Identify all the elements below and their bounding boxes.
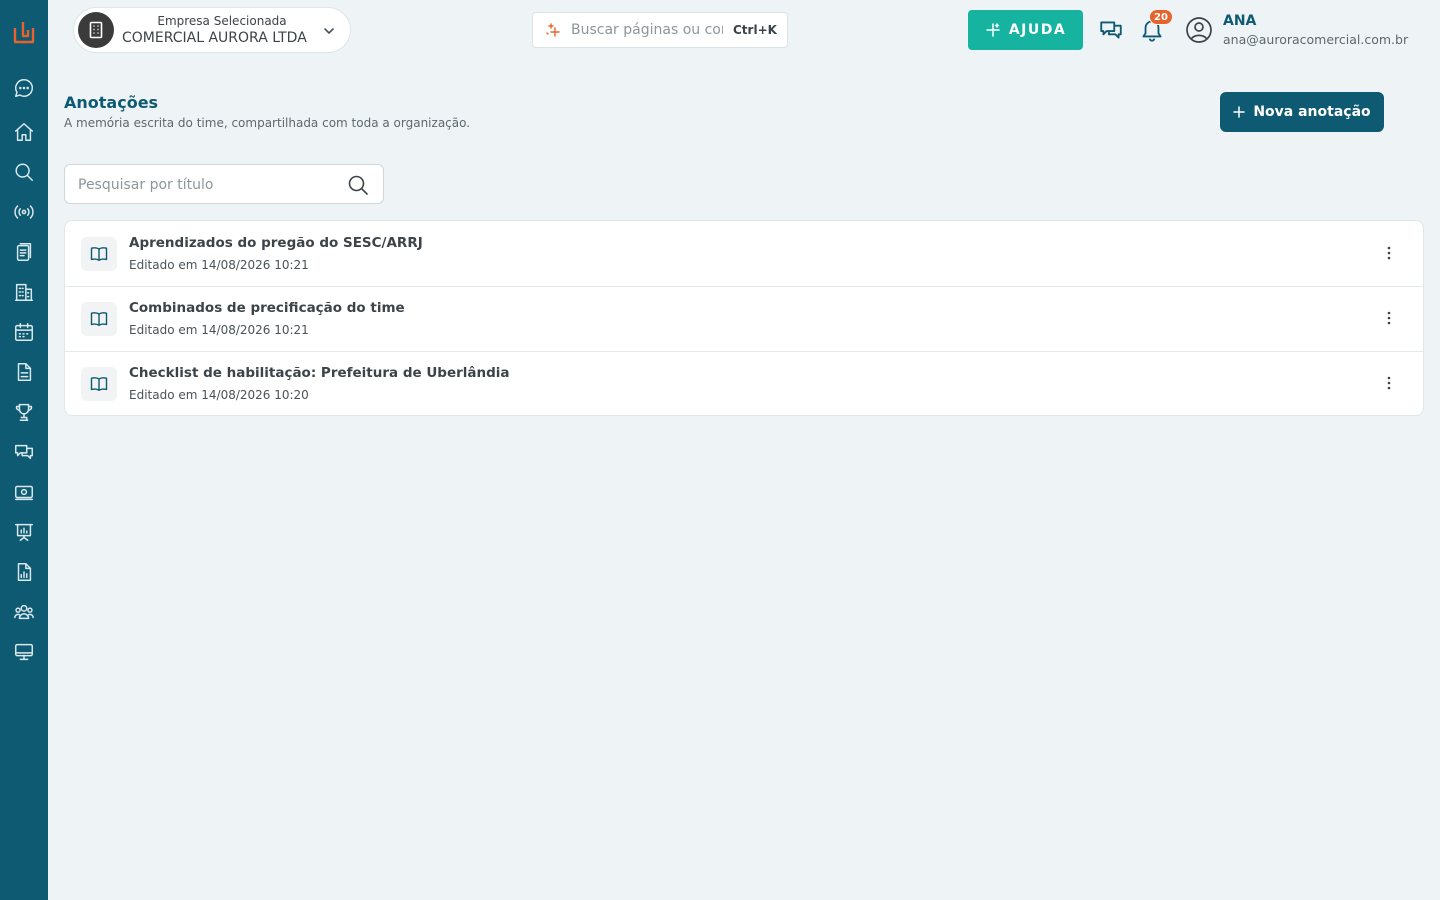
new-note-label: Nova anotação	[1253, 104, 1371, 120]
notification-badge: 20	[1149, 9, 1173, 25]
user-name[interactable]: ANA	[1223, 13, 1256, 29]
chevron-down-icon	[324, 28, 334, 35]
search-shortcut: Ctrl+K	[733, 23, 777, 37]
note-title: Checklist de habilitação: Prefeitura de …	[129, 365, 510, 381]
document-icon	[17, 363, 32, 381]
monitor-icon	[15, 643, 33, 661]
trophy-icon	[15, 403, 33, 421]
notes-list: Aprendizados do pregão do SESC/ARRJ Edit…	[64, 220, 1424, 416]
user-email: ana@auroracomercial.com.br	[1223, 32, 1409, 47]
global-search-placeholder: Buscar páginas ou conteúdos	[571, 22, 723, 38]
sidebar	[0, 0, 48, 900]
sidebar-item-trophy[interactable]	[10, 398, 38, 426]
calendar-icon	[15, 323, 33, 341]
report-icon	[17, 563, 32, 581]
help-button[interactable]: AJUDA	[968, 10, 1083, 50]
search-icon[interactable]	[347, 174, 369, 196]
note-row[interactable]: Aprendizados do pregão do SESC/ARRJ Edit…	[65, 221, 1423, 286]
chat-bubble-icon	[15, 79, 33, 97]
team-icon	[14, 604, 34, 620]
search-icon	[15, 163, 33, 181]
title-search	[64, 164, 384, 204]
sidebar-item-building[interactable]	[10, 278, 38, 306]
building-avatar-icon	[78, 12, 114, 48]
sidebar-item-broadcast[interactable]	[10, 198, 38, 226]
messages-icon[interactable]	[1098, 17, 1124, 43]
sidebar-item-report[interactable]	[10, 558, 38, 586]
sidebar-item-calendar[interactable]	[10, 318, 38, 346]
sparkle-icon	[546, 23, 560, 37]
title-search-input[interactable]	[78, 174, 338, 196]
book-icon	[81, 237, 117, 271]
company-selector[interactable]: Empresa Selecionada COMERCIAL AURORA LTD…	[73, 7, 351, 53]
book-icon	[81, 302, 117, 336]
global-search[interactable]: Buscar páginas ou conteúdos Ctrl+K	[532, 12, 788, 48]
plus-icon	[1233, 106, 1246, 118]
money-icon	[15, 485, 33, 501]
page-subtitle: A memória escrita do time, compartilhada…	[64, 116, 471, 130]
note-edited: Editado em 14/08/2026 10:20	[129, 388, 309, 402]
note-title: Combinados de precificação do time	[129, 300, 405, 316]
note-edited: Editado em 14/08/2026 10:21	[129, 323, 309, 337]
sidebar-item-clipboard[interactable]	[10, 238, 38, 266]
broadcast-icon	[14, 205, 34, 219]
note-row[interactable]: Checklist de habilitação: Prefeitura de …	[65, 351, 1423, 415]
clipboard-icon	[16, 243, 32, 261]
note-row[interactable]: Combinados de precificação do time Edita…	[65, 286, 1423, 351]
note-title: Aprendizados do pregão do SESC/ARRJ	[129, 235, 423, 251]
logo-icon[interactable]	[10, 18, 38, 46]
sparkle-icon	[986, 23, 1000, 37]
more-options-icon[interactable]	[1377, 306, 1401, 330]
sidebar-item-money[interactable]	[10, 478, 38, 506]
company-label: Empresa Selecionada	[157, 13, 287, 28]
messages-icon	[15, 444, 33, 460]
company-name: COMERCIAL AURORA LTDA	[122, 29, 307, 46]
sidebar-item-chat[interactable]	[10, 74, 38, 102]
sidebar-item-home[interactable]	[10, 118, 38, 146]
presentation-icon	[15, 523, 33, 541]
page-title: Anotações	[64, 93, 159, 112]
note-edited: Editado em 14/08/2026 10:21	[129, 258, 309, 272]
more-options-icon[interactable]	[1377, 371, 1401, 395]
sidebar-item-monitor[interactable]	[10, 638, 38, 666]
more-options-icon[interactable]	[1377, 241, 1401, 265]
building-icon	[15, 283, 33, 301]
sidebar-item-presentation[interactable]	[10, 518, 38, 546]
sidebar-item-search[interactable]	[10, 158, 38, 186]
sidebar-item-team[interactable]	[10, 598, 38, 626]
book-icon	[81, 367, 117, 401]
new-note-button[interactable]: Nova anotação	[1220, 92, 1384, 132]
user-avatar-icon[interactable]	[1184, 15, 1214, 45]
sidebar-item-document[interactable]	[10, 358, 38, 386]
home-icon	[15, 123, 33, 141]
sidebar-item-messages[interactable]	[10, 438, 38, 466]
help-label: AJUDA	[1008, 22, 1067, 38]
